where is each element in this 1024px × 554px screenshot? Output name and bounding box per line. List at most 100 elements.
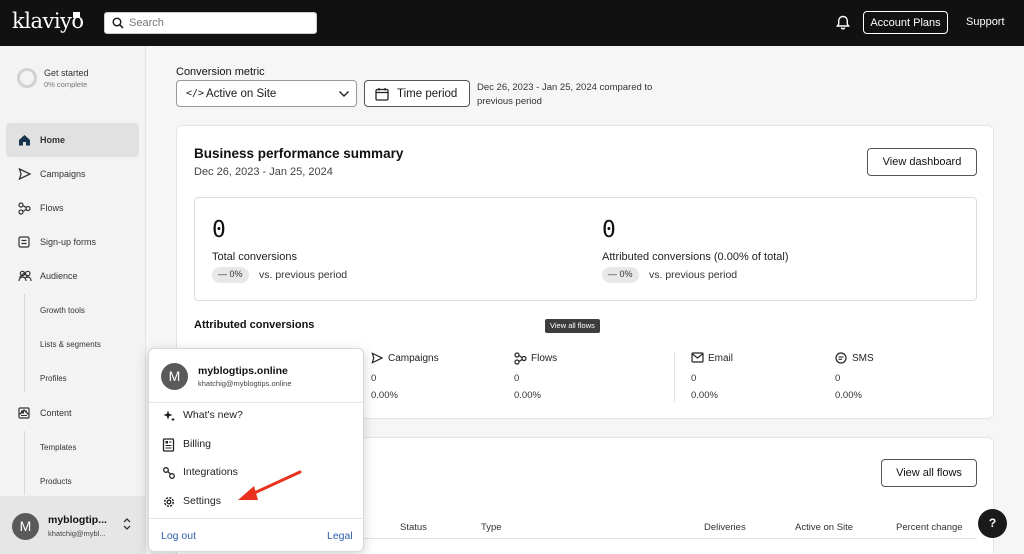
mail-icon: [691, 352, 704, 363]
form-icon: [18, 236, 30, 248]
sidebar-item-label: Audience: [40, 271, 78, 281]
menu-item-label: Billing: [183, 438, 212, 450]
sidebar-item-home[interactable]: Home: [6, 123, 139, 157]
total-conversions-label: Total conversions: [212, 251, 297, 263]
help-button[interactable]: ?: [978, 509, 1007, 538]
sms-pct: 0.00%: [835, 390, 862, 401]
sidebar-subitem-products[interactable]: Products: [40, 477, 72, 486]
search-box[interactable]: [104, 12, 317, 34]
sidebar-item-label: Content: [40, 408, 72, 418]
campaigns-column-header: Campaigns: [371, 352, 491, 366]
email-column-header: Email: [691, 352, 791, 366]
campaigns-pct: 0.00%: [371, 390, 398, 401]
popup-account-name: myblogtips.online: [198, 365, 288, 377]
flows-column-header: Flows: [514, 352, 614, 366]
popup-divider: [149, 402, 365, 403]
menu-item-label: Settings: [183, 495, 221, 507]
column-label: Flows: [531, 353, 558, 364]
time-period-label: Time period: [397, 88, 458, 100]
gear-icon: [163, 496, 175, 508]
sidebar-item-audience[interactable]: Audience: [6, 259, 139, 293]
sidebar-subitem-lists-segments[interactable]: Lists & segments: [40, 340, 101, 349]
attributed-conversions-title: Attributed conversions: [194, 319, 315, 331]
total-conversions-value: 0: [212, 217, 226, 243]
comparison-text: vs. previous period: [259, 269, 348, 281]
sidebar-subitem-templates[interactable]: Templates: [40, 443, 76, 452]
chevron-up-icon[interactable]: [18, 407, 30, 417]
column-header-percent-change[interactable]: Percent change: [896, 522, 963, 533]
billing-icon: [162, 438, 175, 452]
sidebar-item-flows[interactable]: Flows: [6, 191, 139, 225]
send-icon: [371, 352, 383, 364]
chevron-up-down-icon[interactable]: [122, 517, 132, 531]
account-switcher[interactable]: M myblogtip... khatchig@mybl...: [0, 496, 146, 554]
menu-item-billing[interactable]: Billing: [162, 435, 352, 455]
sidebar-item-label: Flows: [40, 203, 64, 213]
integrations-icon: [163, 467, 175, 479]
search-icon: [112, 17, 124, 29]
column-label: Campaigns: [388, 353, 439, 364]
submenu-guide-line: [24, 431, 25, 495]
logo-flag-mark: [73, 12, 80, 18]
legal-link[interactable]: Legal: [327, 530, 353, 542]
support-link[interactable]: Support: [966, 16, 1005, 28]
flows-pct: 0.00%: [514, 390, 541, 401]
get-started-title[interactable]: Get started: [44, 68, 89, 78]
campaigns-count: 0: [371, 373, 377, 384]
sparkle-icon: [163, 410, 175, 422]
column-label: SMS: [852, 353, 874, 364]
sidebar-subitem-growth-tools[interactable]: Growth tools: [40, 306, 85, 315]
logout-link[interactable]: Log out: [161, 530, 196, 542]
column-header-deliveries[interactable]: Deliveries: [704, 522, 746, 533]
flows-icon: [514, 352, 527, 365]
annotation-arrow-icon: [238, 470, 302, 500]
comparison-text: vs. previous period: [649, 269, 738, 281]
sidebar-subitem-profiles[interactable]: Profiles: [40, 374, 67, 383]
email-count: 0: [691, 373, 697, 384]
send-icon: [18, 168, 31, 180]
search-input[interactable]: [129, 15, 309, 31]
conversion-metric-select[interactable]: </> Active on Site: [176, 80, 357, 107]
sidebar-item-label: Campaigns: [40, 169, 86, 179]
top-navigation-bar: klaviyo Account Plans Support: [0, 0, 1024, 46]
home-icon: [19, 135, 30, 146]
sidebar-item-label: Sign-up forms: [40, 237, 97, 247]
table-header-divider: [362, 538, 977, 539]
comparison-range-note: Dec 26, 2023 - Jan 25, 2024 compared to …: [477, 82, 653, 107]
flows-icon: [18, 202, 31, 215]
menu-item-whats-new[interactable]: What's new?: [162, 406, 352, 426]
column-divider: [674, 352, 675, 402]
code-icon: </>: [186, 88, 205, 99]
sms-column-header: SMS: [835, 352, 935, 366]
chevron-up-icon[interactable]: [18, 270, 30, 280]
change-badge: — 0%: [602, 267, 639, 283]
submenu-guide-line: [24, 294, 25, 392]
sidebar: Get started 0% complete Home Campaigns F…: [0, 46, 146, 554]
sms-icon: [835, 352, 847, 364]
popup-divider: [149, 518, 365, 519]
menu-item-label: Integrations: [183, 466, 238, 478]
calendar-icon: [375, 88, 389, 101]
change-badge: — 0%: [212, 267, 249, 283]
bell-icon[interactable]: [836, 15, 850, 30]
column-header-active-on-site[interactable]: Active on Site: [795, 522, 853, 533]
sidebar-item-content[interactable]: Content: [6, 396, 139, 430]
view-all-flows-tooltip: View all flows: [545, 319, 600, 333]
menu-item-label: What's new?: [183, 409, 243, 421]
account-email: khatchig@mybl...: [48, 529, 106, 538]
sidebar-item-campaigns[interactable]: Campaigns: [6, 157, 139, 191]
view-dashboard-button[interactable]: View dashboard: [867, 148, 977, 176]
sms-count: 0: [835, 373, 841, 384]
card-title: Business performance summary: [194, 146, 404, 161]
conversion-stats-box: 0 Total conversions — 0% vs. previous pe…: [194, 197, 977, 301]
time-period-button[interactable]: Time period: [364, 80, 470, 107]
flows-count: 0: [514, 373, 520, 384]
column-header-type[interactable]: Type: [481, 522, 502, 533]
chevron-down-icon: [339, 91, 349, 97]
column-header-status[interactable]: Status: [400, 522, 427, 533]
view-all-flows-button[interactable]: View all flows: [881, 459, 977, 487]
account-menu-popup: M myblogtips.online khatchig@myblogtips.…: [148, 348, 365, 552]
account-plans-button[interactable]: Account Plans: [863, 11, 948, 34]
avatar: M: [12, 513, 39, 540]
sidebar-item-signup-forms[interactable]: Sign-up forms: [6, 225, 139, 259]
